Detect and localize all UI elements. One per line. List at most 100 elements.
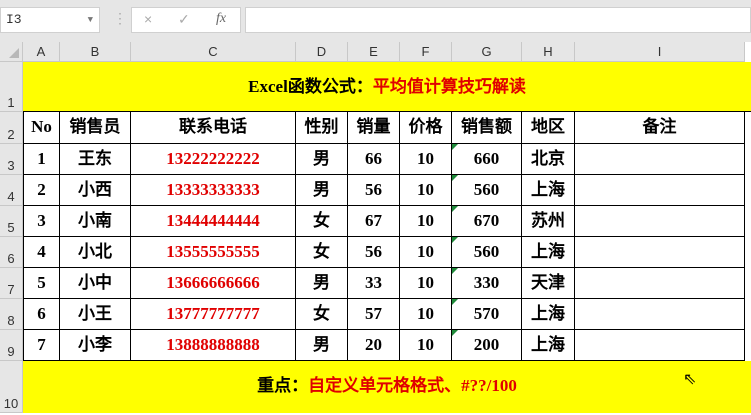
table-cell[interactable]: 女 — [296, 237, 348, 268]
row-header-3[interactable]: 3 — [0, 144, 23, 175]
enter-icon[interactable]: ✓ — [178, 11, 190, 28]
table-cell[interactable]: 上海 — [522, 330, 575, 361]
table-cell[interactable]: 6 — [23, 299, 60, 330]
row-header-9[interactable]: 9 — [0, 330, 23, 361]
table-cell[interactable]: 660 — [452, 144, 522, 175]
table-cell[interactable]: 小王 — [60, 299, 131, 330]
table-cell[interactable]: 小中 — [60, 268, 131, 299]
table-cell[interactable]: 13888888888 — [131, 330, 296, 361]
table-cell[interactable]: 小李 — [60, 330, 131, 361]
error-indicator-icon[interactable] — [452, 330, 458, 336]
table-cell[interactable] — [575, 237, 745, 268]
table-cell[interactable]: 56 — [348, 175, 400, 206]
table-cell[interactable]: 1 — [23, 144, 60, 175]
table-cell[interactable]: 10 — [400, 330, 452, 361]
row-header-10[interactable]: 10 — [0, 361, 23, 413]
table-cell[interactable]: 13555555555 — [131, 237, 296, 268]
title-banner[interactable]: Excel函数公式：平均值计算技巧解读 — [23, 62, 751, 112]
table-cell[interactable]: 56 — [348, 237, 400, 268]
table-cell[interactable]: 67 — [348, 206, 400, 237]
table-cell[interactable]: 小西 — [60, 175, 131, 206]
error-indicator-icon[interactable] — [452, 237, 458, 243]
table-cell[interactable]: 670 — [452, 206, 522, 237]
header-cell[interactable]: 价格 — [400, 112, 452, 144]
table-cell[interactable]: 200 — [452, 330, 522, 361]
table-cell[interactable]: 13666666666 — [131, 268, 296, 299]
column-header-A[interactable]: A — [23, 42, 60, 62]
column-header-C[interactable]: C — [131, 42, 296, 62]
row-header-1[interactable]: 1 — [0, 62, 23, 112]
column-header-E[interactable]: E — [348, 42, 400, 62]
table-cell[interactable]: 10 — [400, 206, 452, 237]
table-cell[interactable]: 女 — [296, 299, 348, 330]
header-cell[interactable]: 地区 — [522, 112, 575, 144]
row-header-6[interactable]: 6 — [0, 237, 23, 268]
error-indicator-icon[interactable] — [452, 299, 458, 305]
error-indicator-icon[interactable] — [452, 206, 458, 212]
table-cell[interactable] — [575, 268, 745, 299]
table-cell[interactable]: 13777777777 — [131, 299, 296, 330]
header-cell[interactable]: 备注 — [575, 112, 745, 144]
table-cell[interactable]: 男 — [296, 330, 348, 361]
table-cell[interactable]: 560 — [452, 237, 522, 268]
column-header-D[interactable]: D — [296, 42, 348, 62]
table-cell[interactable]: 天津 — [522, 268, 575, 299]
table-cell[interactable]: 20 — [348, 330, 400, 361]
error-indicator-icon[interactable] — [452, 144, 458, 150]
table-cell[interactable]: 男 — [296, 175, 348, 206]
table-cell[interactable]: 13333333333 — [131, 175, 296, 206]
table-cell[interactable]: 10 — [400, 175, 452, 206]
error-indicator-icon[interactable] — [452, 175, 458, 181]
table-cell[interactable]: 上海 — [522, 237, 575, 268]
header-cell[interactable]: No — [23, 112, 60, 144]
table-cell[interactable]: 北京 — [522, 144, 575, 175]
row-header-2[interactable]: 2 — [0, 112, 23, 144]
table-cell[interactable]: 上海 — [522, 175, 575, 206]
table-cell[interactable]: 10 — [400, 268, 452, 299]
header-cell[interactable]: 性别 — [296, 112, 348, 144]
name-box[interactable]: I3 ▼ — [0, 7, 100, 33]
table-cell[interactable]: 10 — [400, 237, 452, 268]
column-header-G[interactable]: G — [452, 42, 522, 62]
table-cell[interactable] — [575, 144, 745, 175]
table-cell[interactable] — [575, 175, 745, 206]
column-header-B[interactable]: B — [60, 42, 131, 62]
row-header-4[interactable]: 4 — [0, 175, 23, 206]
column-header-I[interactable]: I — [575, 42, 745, 62]
table-cell[interactable]: 王东 — [60, 144, 131, 175]
chevron-down-icon[interactable]: ▼ — [88, 8, 93, 32]
select-all-button[interactable] — [0, 42, 23, 62]
table-cell[interactable]: 7 — [23, 330, 60, 361]
table-cell[interactable]: 男 — [296, 144, 348, 175]
table-cell[interactable]: 13444444444 — [131, 206, 296, 237]
error-indicator-icon[interactable] — [452, 268, 458, 274]
cancel-icon[interactable]: × — [144, 11, 152, 27]
row-header-7[interactable]: 7 — [0, 268, 23, 299]
header-cell[interactable]: 销量 — [348, 112, 400, 144]
table-cell[interactable]: 4 — [23, 237, 60, 268]
table-cell[interactable]: 苏州 — [522, 206, 575, 237]
column-header-F[interactable]: F — [400, 42, 452, 62]
row-header-5[interactable]: 5 — [0, 206, 23, 237]
table-cell[interactable]: 560 — [452, 175, 522, 206]
table-cell[interactable]: 2 — [23, 175, 60, 206]
table-cell[interactable] — [575, 299, 745, 330]
formula-input[interactable] — [245, 7, 751, 33]
insert-function-icon[interactable]: fx — [216, 11, 226, 27]
table-cell[interactable]: 3 — [23, 206, 60, 237]
table-cell[interactable]: 13222222222 — [131, 144, 296, 175]
table-cell[interactable]: 小南 — [60, 206, 131, 237]
table-cell[interactable]: 10 — [400, 144, 452, 175]
table-cell[interactable]: 女 — [296, 206, 348, 237]
table-cell[interactable]: 男 — [296, 268, 348, 299]
table-cell[interactable]: 570 — [452, 299, 522, 330]
table-cell[interactable]: 66 — [348, 144, 400, 175]
table-cell[interactable]: 57 — [348, 299, 400, 330]
table-cell[interactable]: 10 — [400, 299, 452, 330]
header-cell[interactable]: 销售额 — [452, 112, 522, 144]
table-cell[interactable]: 33 — [348, 268, 400, 299]
table-cell[interactable]: 330 — [452, 268, 522, 299]
drag-handle-icon[interactable]: ⋮ — [113, 10, 127, 27]
column-header-H[interactable]: H — [522, 42, 575, 62]
header-cell[interactable]: 联系电话 — [131, 112, 296, 144]
